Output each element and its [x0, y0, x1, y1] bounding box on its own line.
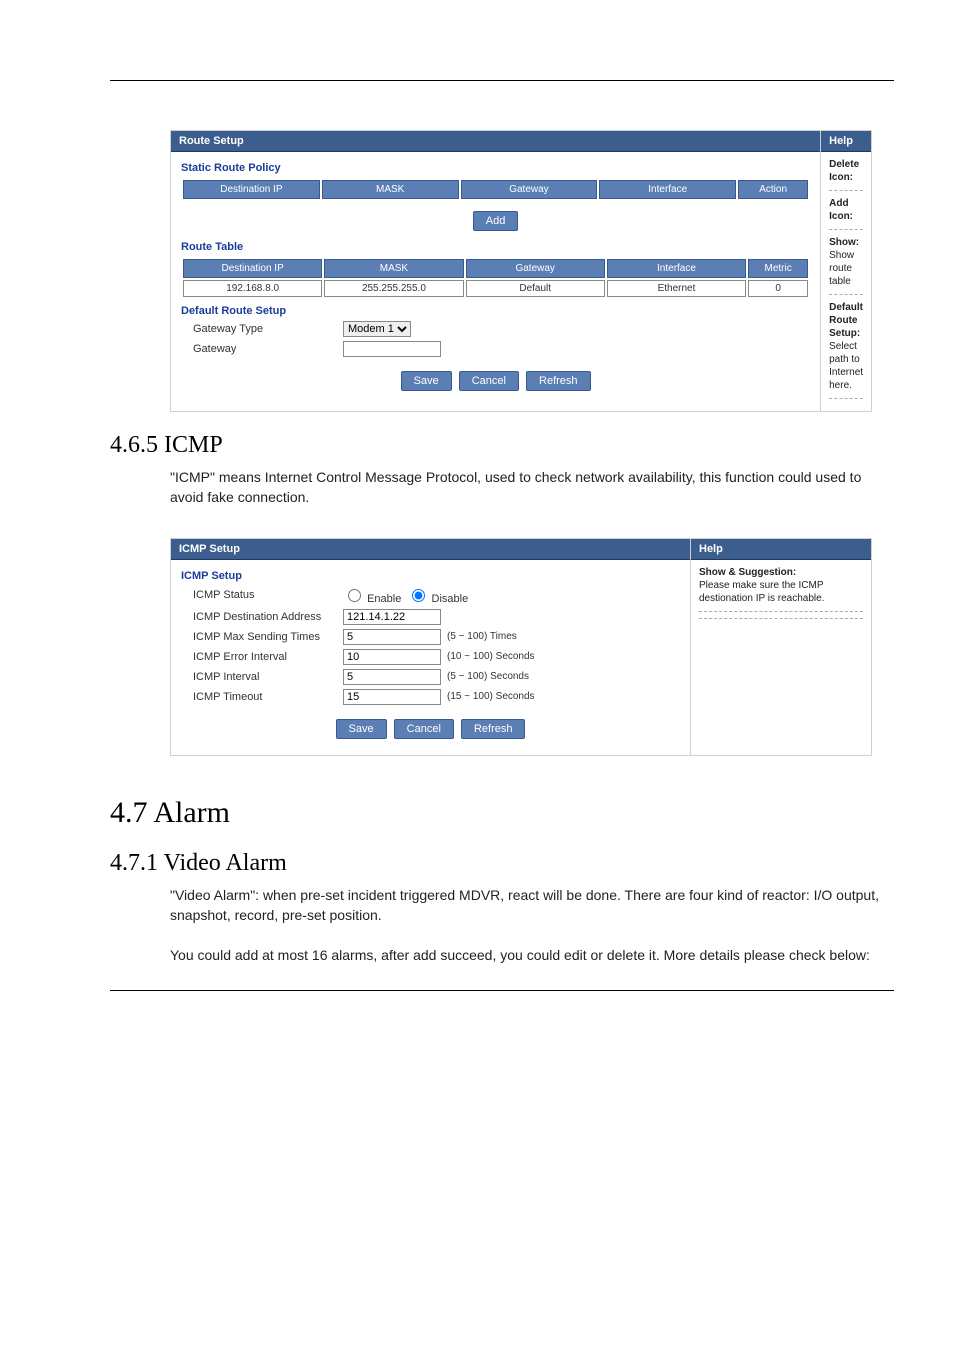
help-default-route-text: Select path to Internet here. [829, 341, 863, 391]
save-button[interactable]: Save [401, 371, 452, 391]
gateway-label: Gateway [181, 343, 343, 355]
para-video-alarm-2: You could add at most 16 alarms, after a… [170, 945, 894, 965]
heading-icmp: 4.6.5 ICMP [110, 432, 894, 459]
gateway-type-select[interactable]: Modem 1 [343, 321, 411, 337]
cancel-button[interactable]: Cancel [394, 719, 454, 739]
icmp-enable-radio[interactable] [348, 589, 361, 602]
cancel-button[interactable]: Cancel [459, 371, 519, 391]
icmp-max-unit: (5 ~ 100) Times [447, 631, 517, 642]
help-title: Help [821, 131, 871, 152]
cell-interface: Ethernet [607, 280, 746, 297]
heading-alarm: 4.7 Alarm [110, 796, 894, 830]
refresh-button[interactable]: Refresh [526, 371, 591, 391]
default-route-setup-label: Default Route Setup [181, 305, 810, 317]
icmp-dest-input[interactable] [343, 609, 441, 625]
icmp-dest-label: ICMP Destination Address [181, 611, 343, 623]
col-mask: MASK [322, 180, 459, 199]
icmp-err-input[interactable] [343, 649, 441, 665]
rt-col-interface: Interface [607, 259, 746, 278]
refresh-button[interactable]: Refresh [461, 719, 526, 739]
help-title: Help [691, 539, 871, 560]
gateway-type-label: Gateway Type [181, 323, 343, 335]
help-default-route-label: Default Route Setup: [829, 302, 863, 339]
route-table: Destination IP MASK Gateway Interface Me… [181, 257, 810, 299]
rt-col-metric: Metric [748, 259, 808, 278]
icmp-max-label: ICMP Max Sending Times [181, 631, 343, 643]
col-action: Action [738, 180, 808, 199]
icmp-status-label: ICMP Status [181, 589, 343, 601]
cell-destination-ip: 192.168.8.0 [183, 280, 322, 297]
cell-metric: 0 [748, 280, 808, 297]
rt-col-gateway: Gateway [466, 259, 605, 278]
icmp-max-input[interactable] [343, 629, 441, 645]
save-button[interactable]: Save [336, 719, 387, 739]
icmp-setup-title: ICMP Setup [171, 539, 690, 560]
icmp-err-unit: (10 ~ 100) Seconds [447, 651, 535, 662]
icmp-section-label: ICMP Setup [181, 570, 680, 582]
rt-col-mask: MASK [324, 259, 463, 278]
col-destination-ip: Destination IP [183, 180, 320, 199]
icmp-timeout-unit: (15 ~ 100) Seconds [447, 691, 535, 702]
route-setup-figure: Route Setup Static Route Policy Destinat… [170, 130, 872, 412]
help-show-label: Show: [829, 237, 859, 248]
cell-gateway: Default [466, 280, 605, 297]
icmp-enable-option[interactable]: Enable [343, 586, 401, 605]
gateway-input[interactable] [343, 341, 441, 357]
icmp-timeout-input[interactable] [343, 689, 441, 705]
heading-video-alarm: 4.7.1 Video Alarm [110, 850, 894, 877]
col-interface: Interface [599, 180, 736, 199]
icmp-err-label: ICMP Error Interval [181, 651, 343, 663]
help-suggestion-text: Please make sure the ICMP destionation I… [699, 580, 824, 604]
route-setup-title: Route Setup [171, 131, 820, 152]
cell-mask: 255.255.255.0 [324, 280, 463, 297]
route-table-label: Route Table [181, 241, 810, 253]
icmp-interval-input[interactable] [343, 669, 441, 685]
help-delete-icon-label: Delete Icon: [829, 159, 859, 183]
static-route-header-table: Destination IP MASK Gateway Interface Ac… [181, 178, 810, 201]
help-show-text: Show route table [829, 250, 854, 287]
table-row: 192.168.8.0 255.255.255.0 Default Ethern… [183, 280, 808, 297]
rt-col-destination-ip: Destination IP [183, 259, 322, 278]
add-button[interactable]: Add [473, 211, 519, 231]
para-icmp: "ICMP" means Internet Control Message Pr… [170, 467, 894, 508]
icmp-interval-unit: (5 ~ 100) Seconds [447, 671, 529, 682]
icmp-disable-option[interactable]: Disable [407, 586, 468, 605]
help-add-icon-label: Add Icon: [829, 198, 853, 222]
para-video-alarm-1: "Video Alarm": when pre-set incident tri… [170, 885, 894, 926]
static-route-policy-label: Static Route Policy [181, 162, 810, 174]
help-suggestion-label: Show & Suggestion: [699, 567, 796, 578]
col-gateway: Gateway [461, 180, 598, 199]
icmp-timeout-label: ICMP Timeout [181, 691, 343, 703]
icmp-interval-label: ICMP Interval [181, 671, 343, 683]
icmp-setup-figure: ICMP Setup ICMP Setup ICMP Status Enable… [170, 538, 872, 756]
icmp-disable-radio[interactable] [412, 589, 425, 602]
